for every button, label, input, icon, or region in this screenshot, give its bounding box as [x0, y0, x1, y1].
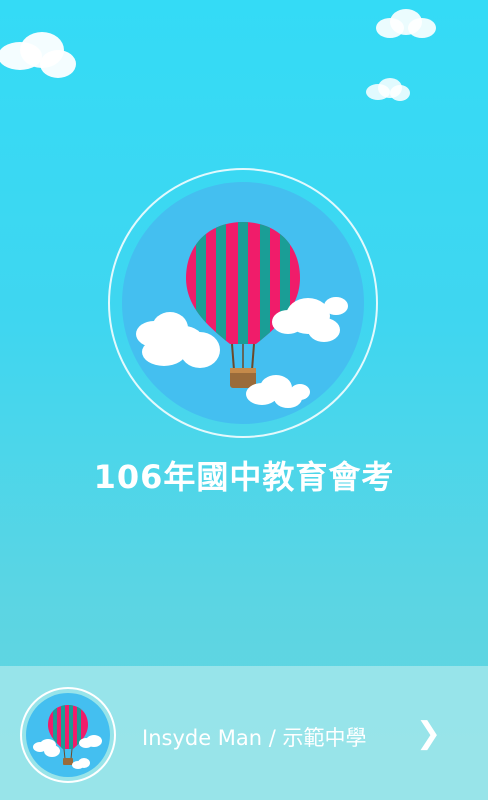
cloud-decoration-left	[0, 32, 76, 78]
cloud-decoration-top-right	[376, 9, 436, 38]
school-name-label[interactable]: Insyde Man / 示範中學	[142, 722, 367, 752]
school-avatar-icon	[26, 693, 110, 777]
hot-air-balloon-icon	[136, 222, 348, 408]
cloud-decoration-right	[366, 78, 410, 101]
chevron-right-icon[interactable]: ❯	[416, 716, 441, 751]
app-title: 106年國中教育會考	[93, 458, 395, 496]
